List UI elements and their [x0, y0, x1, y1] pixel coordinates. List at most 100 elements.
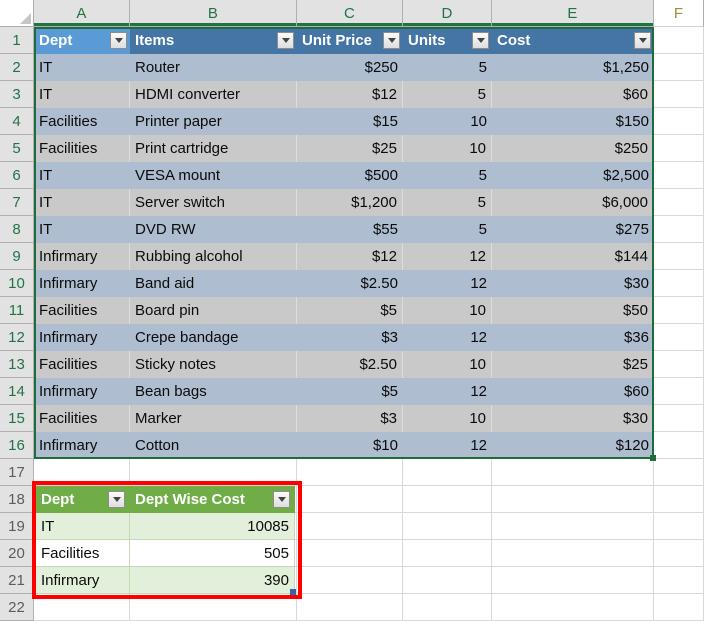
blue-table-cell-dept[interactable]: Infirmary [34, 324, 130, 351]
blue-table-cell-units[interactable]: 12 [403, 378, 492, 405]
select-all-corner[interactable] [0, 0, 34, 27]
filter-dropdown-icon-cost[interactable] [634, 32, 651, 49]
grid-cell[interactable] [654, 216, 704, 243]
blue-table-cell-dept[interactable]: Infirmary [34, 243, 130, 270]
blue-table-cell-units[interactable]: 12 [403, 270, 492, 297]
blue-table-cell-item[interactable]: Board pin [130, 297, 297, 324]
green-table-cell-cost[interactable]: 10085 [130, 513, 295, 540]
blue-table-cell-cost[interactable]: $6,000 [492, 189, 654, 216]
grid-cell[interactable] [654, 540, 704, 567]
row-header-22[interactable]: 22 [0, 594, 34, 621]
blue-table-cell-cost[interactable]: $2,500 [492, 162, 654, 189]
blue-table-cell-units[interactable]: 5 [403, 54, 492, 81]
row-header-10[interactable]: 10 [0, 270, 34, 297]
blue-table-cell-unit_price[interactable]: $3 [297, 405, 403, 432]
grid-cell[interactable] [654, 513, 704, 540]
column-header-c[interactable]: C [297, 0, 403, 27]
row-header-17[interactable]: 17 [0, 459, 34, 486]
blue-table-cell-cost[interactable]: $1,250 [492, 54, 654, 81]
row-header-2[interactable]: 2 [0, 54, 34, 81]
blue-table-cell-item[interactable]: Print cartridge [130, 135, 297, 162]
grid-cell[interactable] [654, 54, 704, 81]
blue-table-cell-item[interactable]: Sticky notes [130, 351, 297, 378]
row-header-8[interactable]: 8 [0, 216, 34, 243]
blue-table-cell-units[interactable]: 10 [403, 135, 492, 162]
row-header-5[interactable]: 5 [0, 135, 34, 162]
blue-table-cell-unit_price[interactable]: $2.50 [297, 351, 403, 378]
filter-dropdown-icon-items[interactable] [277, 32, 294, 49]
green-table-cell-dept[interactable]: Facilities [36, 540, 130, 567]
blue-table-cell-item[interactable]: HDMI converter [130, 81, 297, 108]
grid-cell[interactable] [654, 567, 704, 594]
grid-cell[interactable] [492, 540, 654, 567]
blue-table-cell-cost[interactable]: $30 [492, 270, 654, 297]
row-header-19[interactable]: 19 [0, 513, 34, 540]
blue-table-cell-unit_price[interactable]: $55 [297, 216, 403, 243]
grid-cell[interactable] [654, 351, 704, 378]
blue-table-cell-cost[interactable]: $60 [492, 81, 654, 108]
grid-cell[interactable] [654, 486, 704, 513]
filter-dropdown-icon-dept[interactable] [110, 32, 127, 49]
blue-table-cell-unit_price[interactable]: $250 [297, 54, 403, 81]
row-header-1[interactable]: 1 [0, 27, 34, 54]
blue-table-cell-item[interactable]: VESA mount [130, 162, 297, 189]
grid-cell[interactable] [492, 513, 654, 540]
blue-table-cell-cost[interactable]: $150 [492, 108, 654, 135]
blue-table-resize-handle[interactable] [650, 455, 656, 461]
blue-table-cell-units[interactable]: 12 [403, 324, 492, 351]
blue-table-cell-units[interactable]: 10 [403, 297, 492, 324]
row-header-18[interactable]: 18 [0, 486, 34, 513]
blue-table-cell-dept[interactable]: Infirmary [34, 270, 130, 297]
grid-cell[interactable] [654, 324, 704, 351]
row-header-21[interactable]: 21 [0, 567, 34, 594]
blue-table-cell-item[interactable]: Rubbing alcohol [130, 243, 297, 270]
blue-table-cell-unit_price[interactable]: $5 [297, 378, 403, 405]
blue-table-cell-unit_price[interactable]: $5 [297, 297, 403, 324]
grid-cell[interactable] [654, 459, 704, 486]
blue-table-cell-units[interactable]: 10 [403, 108, 492, 135]
blue-table-cell-cost[interactable]: $144 [492, 243, 654, 270]
blue-table-cell-units[interactable]: 5 [403, 216, 492, 243]
green-table-header-dept-wise-cost[interactable]: Dept Wise Cost [130, 486, 295, 513]
row-header-16[interactable]: 16 [0, 432, 34, 459]
filter-dropdown-icon-green-0[interactable] [108, 491, 125, 508]
blue-table-cell-dept[interactable]: IT [34, 216, 130, 243]
blue-table-cell-cost[interactable]: $30 [492, 405, 654, 432]
grid-cell[interactable] [654, 297, 704, 324]
blue-table-cell-cost[interactable]: $60 [492, 378, 654, 405]
grid-cell[interactable] [492, 594, 654, 621]
grid-cell[interactable] [297, 486, 403, 513]
filter-dropdown-icon-green-1[interactable] [273, 491, 290, 508]
blue-table-cell-dept[interactable]: Facilities [34, 351, 130, 378]
blue-table-cell-dept[interactable]: IT [34, 54, 130, 81]
grid-cell[interactable] [297, 594, 403, 621]
blue-table-cell-unit_price[interactable]: $1,200 [297, 189, 403, 216]
grid-cell[interactable] [654, 378, 704, 405]
column-header-f[interactable]: F [654, 0, 704, 27]
blue-table-cell-item[interactable]: Cotton [130, 432, 297, 459]
blue-table-cell-cost[interactable]: $120 [492, 432, 654, 459]
grid-cell[interactable] [654, 27, 704, 54]
blue-table-cell-unit_price[interactable]: $3 [297, 324, 403, 351]
blue-table-cell-item[interactable]: Marker [130, 405, 297, 432]
grid-cell[interactable] [654, 81, 704, 108]
blue-table-header-items[interactable]: Items [130, 27, 297, 54]
grid-cell[interactable] [654, 135, 704, 162]
column-header-d[interactable]: D [403, 0, 492, 27]
blue-table-cell-dept[interactable]: Facilities [34, 135, 130, 162]
green-table-cell-cost[interactable]: 505 [130, 540, 295, 567]
blue-table-cell-unit_price[interactable]: $500 [297, 162, 403, 189]
blue-table-cell-cost[interactable]: $275 [492, 216, 654, 243]
grid-cell[interactable] [654, 108, 704, 135]
grid-cell[interactable] [297, 459, 403, 486]
blue-table-cell-cost[interactable]: $25 [492, 351, 654, 378]
blue-table-cell-unit_price[interactable]: $10 [297, 432, 403, 459]
blue-table-cell-cost[interactable]: $50 [492, 297, 654, 324]
column-header-a[interactable]: A [34, 0, 130, 27]
blue-table-cell-dept[interactable]: IT [34, 189, 130, 216]
row-header-7[interactable]: 7 [0, 189, 34, 216]
blue-table-cell-units[interactable]: 10 [403, 351, 492, 378]
grid-cell[interactable] [403, 567, 492, 594]
column-header-e[interactable]: E [492, 0, 654, 27]
blue-table-cell-units[interactable]: 5 [403, 81, 492, 108]
